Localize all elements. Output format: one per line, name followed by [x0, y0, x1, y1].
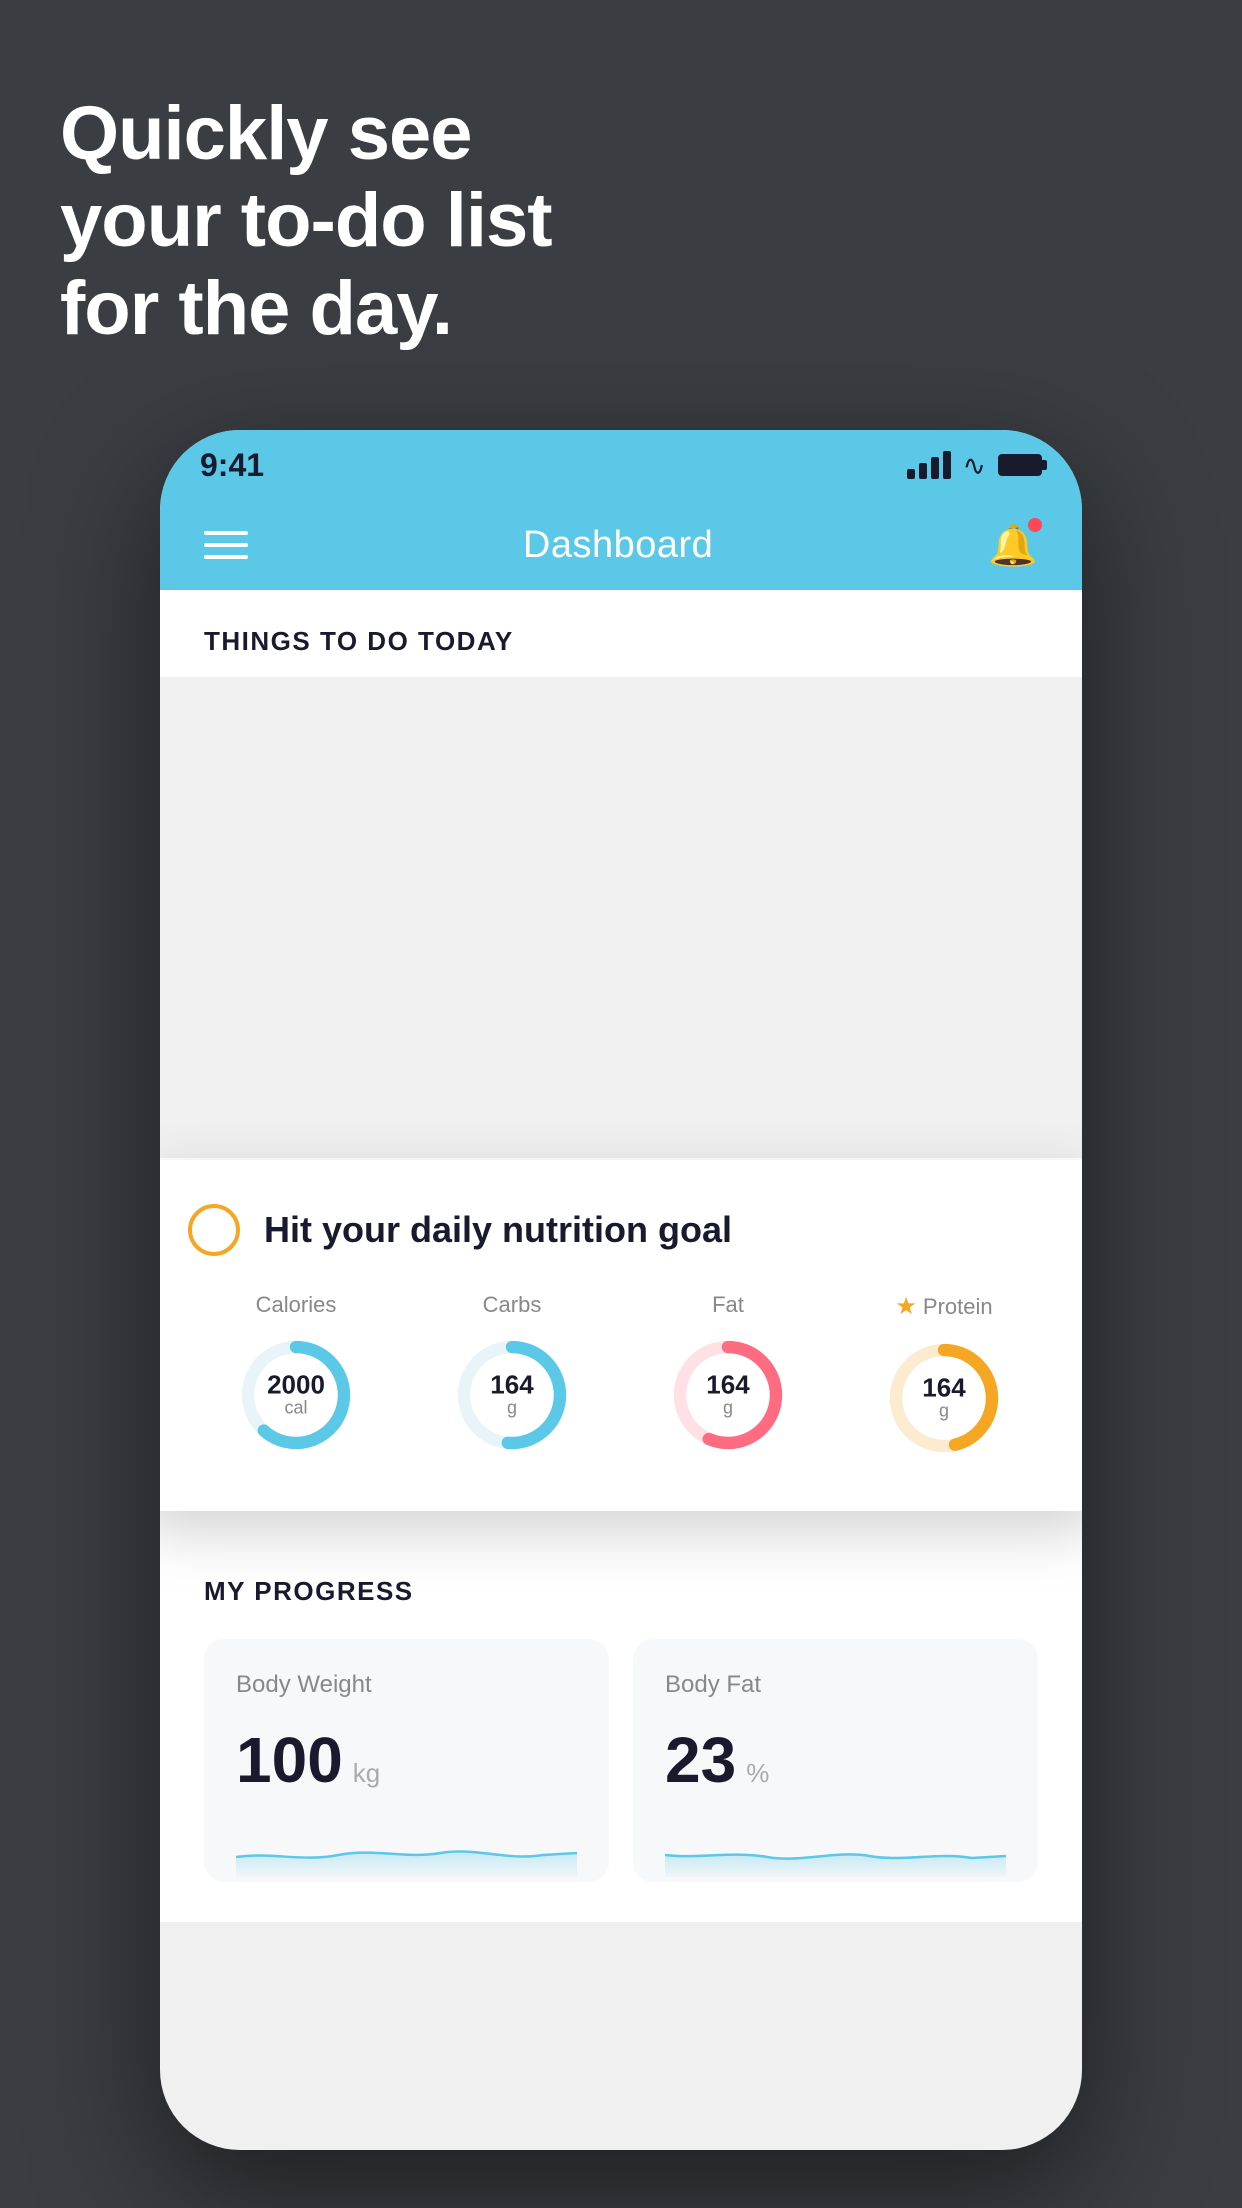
fat-label: Fat: [712, 1292, 744, 1318]
headline: Quickly see your to-do list for the day.: [60, 90, 552, 352]
things-to-do-section: THINGS TO DO TODAY: [160, 590, 1082, 677]
progress-title: MY PROGRESS: [204, 1576, 1038, 1607]
calories-value-container: 2000 cal: [267, 1372, 325, 1419]
hamburger-menu[interactable]: [204, 531, 248, 559]
calories-label: Calories: [256, 1292, 337, 1318]
battery-icon: [998, 454, 1042, 476]
protein-value: 164: [922, 1375, 965, 1401]
nutrient-fat: Fat 164 g: [663, 1292, 793, 1460]
fat-value: 164: [706, 1372, 749, 1398]
star-icon: ★: [895, 1292, 917, 1321]
fat-unit: g: [706, 1398, 749, 1419]
progress-cards: Body Weight 100 kg: [204, 1639, 1038, 1882]
body-fat-value: 23: [665, 1723, 736, 1797]
nutrient-carbs: Carbs 164 g: [447, 1292, 577, 1460]
nutrient-protein: ★ Protein 164 g: [879, 1292, 1009, 1463]
notification-dot: [1028, 518, 1042, 532]
status-time: 9:41: [200, 447, 264, 484]
nutrients-row: Calories 2000 cal Carbs: [188, 1292, 1052, 1463]
body-fat-value-row: 23 %: [665, 1723, 1006, 1797]
body-weight-chart: [236, 1817, 577, 1877]
calories-unit: cal: [267, 1398, 325, 1419]
carbs-unit: g: [490, 1398, 533, 1419]
progress-section: MY PROGRESS Body Weight 100 kg: [160, 1526, 1082, 1922]
protein-label: ★ Protein: [895, 1292, 992, 1321]
phone-content: THINGS TO DO TODAY Hit your daily nutrit…: [160, 590, 1082, 2150]
protein-value-container: 164 g: [922, 1375, 965, 1422]
body-weight-unit: kg: [353, 1758, 380, 1789]
fat-value-container: 164 g: [706, 1372, 749, 1419]
body-weight-label: Body Weight: [236, 1671, 577, 1699]
body-weight-card[interactable]: Body Weight 100 kg: [204, 1639, 609, 1882]
notification-bell[interactable]: 🔔: [988, 522, 1038, 569]
carbs-value-container: 164 g: [490, 1372, 533, 1419]
card-header: Hit your daily nutrition goal: [188, 1204, 1052, 1256]
carbs-value: 164: [490, 1372, 533, 1398]
body-fat-unit: %: [746, 1758, 769, 1789]
nutrient-calories: Calories 2000 cal: [231, 1292, 361, 1460]
body-weight-value-row: 100 kg: [236, 1723, 577, 1797]
fat-donut: 164 g: [663, 1330, 793, 1460]
body-fat-chart: [665, 1817, 1006, 1877]
phone-frame: 9:41 ∿ Dashboard 🔔 THINGS TO DO TODAY: [160, 430, 1082, 2150]
nutrition-card[interactable]: Hit your daily nutrition goal Calories 2…: [160, 1160, 1082, 1511]
wifi-icon: ∿: [963, 449, 986, 482]
status-bar: 9:41 ∿: [160, 430, 1082, 500]
protein-unit: g: [922, 1401, 965, 1422]
body-fat-card[interactable]: Body Fat 23 %: [633, 1639, 1038, 1882]
body-fat-label: Body Fat: [665, 1671, 1006, 1699]
app-header: Dashboard 🔔: [160, 500, 1082, 590]
signal-icon: [907, 451, 951, 479]
status-icons: ∿: [907, 449, 1042, 482]
calories-donut: 2000 cal: [231, 1330, 361, 1460]
protein-donut: 164 g: [879, 1333, 1009, 1463]
body-weight-value: 100: [236, 1723, 343, 1797]
app-title: Dashboard: [523, 524, 713, 567]
carbs-label: Carbs: [483, 1292, 542, 1318]
carbs-donut: 164 g: [447, 1330, 577, 1460]
todo-circle-nutrition: [188, 1204, 240, 1256]
nutrition-card-title: Hit your daily nutrition goal: [264, 1209, 732, 1251]
calories-value: 2000: [267, 1372, 325, 1398]
section-title: THINGS TO DO TODAY: [204, 626, 1038, 657]
